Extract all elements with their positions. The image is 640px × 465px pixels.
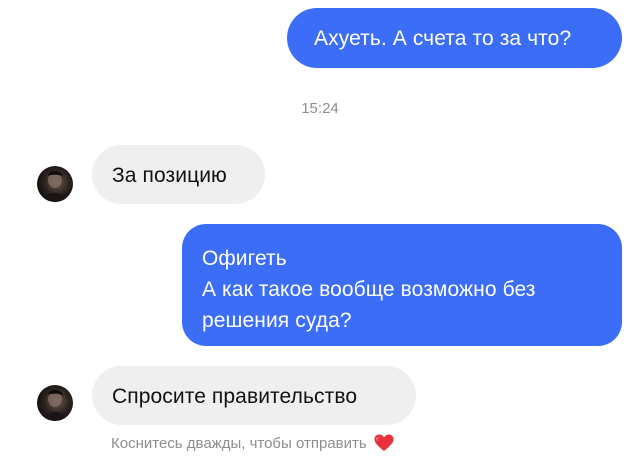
double-tap-hint[interactable]: Коснитесь дважды, чтобы отправить — [111, 432, 394, 454]
avatar[interactable] — [37, 166, 73, 202]
avatar-image — [43, 389, 67, 421]
message-text-line: Офигеть — [202, 247, 287, 270]
message-text-line: решения суда? — [202, 309, 352, 332]
message-text: Ахуеть. А счета то за что? — [314, 27, 572, 50]
outgoing-message-bubble[interactable]: Ахуеть. А счета то за что? — [287, 8, 622, 68]
message-text: За позицию — [112, 164, 227, 187]
incoming-message-bubble[interactable]: За позицию — [92, 145, 265, 204]
message-text-line: А как такое вообще возможно без — [202, 278, 536, 301]
avatar[interactable] — [37, 385, 73, 421]
message-text: Спросите правительство — [112, 385, 358, 408]
double-tap-hint-text: Коснитесь дважды, чтобы отправить — [111, 434, 367, 452]
message-timestamp: 15:24 — [301, 100, 339, 117]
outgoing-message-bubble[interactable]: Офигеть А как такое вообще возможно без … — [182, 224, 622, 346]
incoming-message-bubble[interactable]: Спросите правительство — [92, 366, 416, 425]
heart-icon[interactable] — [374, 434, 394, 452]
chat-thread: Ахуеть. А счета то за что? 15:24 За пози… — [0, 0, 640, 465]
avatar-image — [43, 170, 67, 202]
